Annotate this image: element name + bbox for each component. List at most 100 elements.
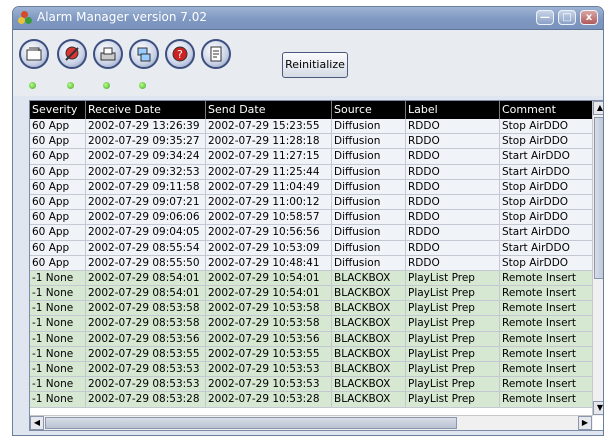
cell-source: Diffusion — [332, 194, 406, 210]
column-header-label[interactable]: Label — [406, 101, 500, 119]
horizontal-scroll-thumb[interactable] — [45, 417, 457, 429]
cell-label: PlayList Prep — [406, 331, 500, 346]
close-button[interactable]: x — [580, 10, 598, 25]
column-header-source[interactable]: Source — [332, 101, 406, 119]
cell-receive-date: 2002-07-29 09:07:21 — [86, 194, 206, 210]
cell-send-date: 2002-07-29 10:53:09 — [206, 240, 332, 255]
cell-comment: Remote Insert — [500, 331, 593, 346]
cell-source: Diffusion — [332, 240, 406, 255]
cell-label: RDDO — [406, 240, 500, 255]
clear-alarm-button[interactable] — [19, 39, 49, 69]
cell-label: RDDO — [406, 210, 500, 225]
scroll-down-button[interactable]: ▼ — [593, 401, 603, 415]
reinitialize-button[interactable]: Reinitialize — [282, 52, 348, 78]
column-header-send-date[interactable]: Send Date — [206, 101, 332, 119]
cell-receive-date: 2002-07-29 08:54:01 — [86, 286, 206, 301]
table-row[interactable]: -1 None 2002-07-29 08:54:01 2002-07-29 10:… — [30, 286, 593, 302]
cell-comment: Remote Insert — [500, 392, 593, 407]
cell-send-date: 2002-07-29 11:04:49 — [206, 179, 332, 194]
cell-send-date: 2002-07-29 10:53:58 — [206, 301, 332, 316]
toolbar: ? Reinitialize — [13, 30, 603, 96]
table-row[interactable]: 60 App 2002-07-29 13:26:39 2002-07-29 15:2… — [30, 119, 593, 135]
cell-label: PlayList Prep — [406, 270, 500, 286]
cell-source: Diffusion — [332, 134, 406, 149]
cell-receive-date: 2002-07-29 08:53:55 — [86, 346, 206, 361]
table-row[interactable]: 60 App 2002-07-29 09:07:21 2002-07-29 11:0… — [30, 194, 593, 211]
column-header-comment[interactable]: Comment — [500, 101, 593, 119]
table-row[interactable]: -1 None 2002-07-29 08:53:56 2002-07-29 10:… — [30, 331, 593, 347]
table-row[interactable]: -1 None 2002-07-29 08:53:58 2002-07-29 10:… — [30, 301, 593, 317]
status-led-3 — [103, 82, 110, 89]
cell-comment: Start AirDDO — [500, 164, 593, 179]
cell-source: Diffusion — [332, 149, 406, 164]
help-button[interactable]: ? — [165, 39, 195, 69]
column-header-receive-date[interactable]: Receive Date — [86, 101, 206, 119]
title-bar[interactable]: Alarm Manager version 7.02 — □ x — [13, 7, 603, 30]
table-row[interactable]: -1 None 2002-07-29 08:53:28 2002-07-29 10:… — [30, 392, 593, 408]
cell-label: PlayList Prep — [406, 392, 500, 407]
table-row[interactable]: 60 App 2002-07-29 08:55:50 2002-07-29 10:4… — [30, 255, 593, 271]
table-row[interactable]: 60 App 2002-07-29 09:32:53 2002-07-29 11:2… — [30, 164, 593, 180]
cell-comment: Remote Insert — [500, 346, 593, 361]
cell-receive-date: 2002-07-29 08:55:54 — [86, 240, 206, 255]
cell-source: BLACKBOX — [332, 377, 406, 392]
cell-label: RDDO — [406, 255, 500, 270]
cell-receive-date: 2002-07-29 08:55:50 — [86, 255, 206, 270]
cell-severity: 60 App — [30, 149, 86, 164]
cell-severity: -1 None — [30, 286, 86, 301]
minimize-button[interactable]: — — [536, 10, 554, 25]
status-led-2 — [67, 82, 74, 89]
cell-label: PlayList Prep — [406, 286, 500, 301]
status-led-4 — [139, 82, 146, 89]
maximize-button[interactable]: □ — [558, 10, 576, 25]
table-row[interactable]: 60 App 2002-07-29 08:55:54 2002-07-29 10:5… — [30, 240, 593, 256]
cell-severity: -1 None — [30, 346, 86, 361]
notes-button[interactable] — [201, 39, 231, 69]
acknowledge-icon — [65, 46, 79, 61]
scroll-left-button[interactable]: ◀ — [30, 416, 44, 430]
cell-comment: Remote Insert — [500, 377, 593, 392]
scroll-up-button[interactable]: ▲ — [593, 101, 603, 115]
alarm-manager-window: Alarm Manager version 7.02 — □ x ? Reini… — [12, 6, 604, 436]
cell-send-date: 2002-07-29 10:53:53 — [206, 377, 332, 392]
cell-comment: Stop AirDDO — [500, 179, 593, 194]
cell-source: BLACKBOX — [332, 346, 406, 361]
table-row[interactable]: 60 App 2002-07-29 09:06:06 2002-07-29 10:5… — [30, 210, 593, 226]
table-row[interactable]: 60 App 2002-07-29 09:35:27 2002-07-29 11:2… — [30, 134, 593, 150]
table-body: 60 App 2002-07-29 13:26:39 2002-07-29 15:2… — [30, 119, 593, 416]
notes-icon — [210, 46, 222, 62]
column-header-severity[interactable]: Severity — [30, 101, 86, 119]
cell-receive-date: 2002-07-29 09:35:27 — [86, 134, 206, 149]
scroll-right-button[interactable]: ▶ — [578, 416, 592, 430]
table-header: Severity Receive Date Send Date Source L… — [30, 101, 593, 119]
cell-send-date: 2002-07-29 11:25:44 — [206, 164, 332, 179]
print-button[interactable] — [93, 39, 123, 69]
cell-send-date: 2002-07-29 10:53:56 — [206, 331, 332, 346]
table-row[interactable]: -1 None 2002-07-29 08:53:53 2002-07-29 10:… — [30, 377, 593, 393]
table-row[interactable]: -1 None 2002-07-29 08:53:58 2002-07-29 10:… — [30, 316, 593, 332]
cell-send-date: 2002-07-29 11:00:12 — [206, 194, 332, 210]
table-row[interactable]: 60 App 2002-07-29 09:34:24 2002-07-29 11:2… — [30, 149, 593, 165]
cell-label: RDDO — [406, 164, 500, 179]
cell-receive-date: 2002-07-29 08:54:01 — [86, 270, 206, 286]
cell-send-date: 2002-07-29 10:53:58 — [206, 316, 332, 331]
acknowledge-button[interactable] — [57, 39, 87, 69]
table-row[interactable]: -1 None 2002-07-29 08:53:55 2002-07-29 10:… — [30, 346, 593, 362]
cell-severity: 60 App — [30, 255, 86, 270]
table-row[interactable]: -1 None 2002-07-29 08:53:53 2002-07-29 10:… — [30, 362, 593, 378]
table-row[interactable]: 60 App 2002-07-29 09:11:58 2002-07-29 11:0… — [30, 179, 593, 195]
cell-label: PlayList Prep — [406, 377, 500, 392]
network-button[interactable] — [129, 39, 159, 69]
horizontal-scrollbar[interactable]: ◀ ▶ — [30, 415, 593, 430]
cell-label: PlayList Prep — [406, 316, 500, 331]
cell-label: RDDO — [406, 179, 500, 194]
table-row[interactable]: -1 None 2002-07-29 08:54:01 2002-07-29 10:… — [30, 270, 593, 287]
table-row[interactable]: 60 App 2002-07-29 09:04:05 2002-07-29 10:5… — [30, 225, 593, 241]
vertical-scrollbar[interactable]: ▲ ▼ — [592, 101, 603, 416]
cell-send-date: 2002-07-29 15:23:55 — [206, 119, 332, 134]
cell-send-date: 2002-07-29 11:27:15 — [206, 149, 332, 164]
cell-source: Diffusion — [332, 210, 406, 225]
vertical-scroll-thumb[interactable] — [594, 117, 603, 279]
cell-send-date: 2002-07-29 10:56:56 — [206, 225, 332, 240]
cell-comment: Remote Insert — [500, 316, 593, 331]
